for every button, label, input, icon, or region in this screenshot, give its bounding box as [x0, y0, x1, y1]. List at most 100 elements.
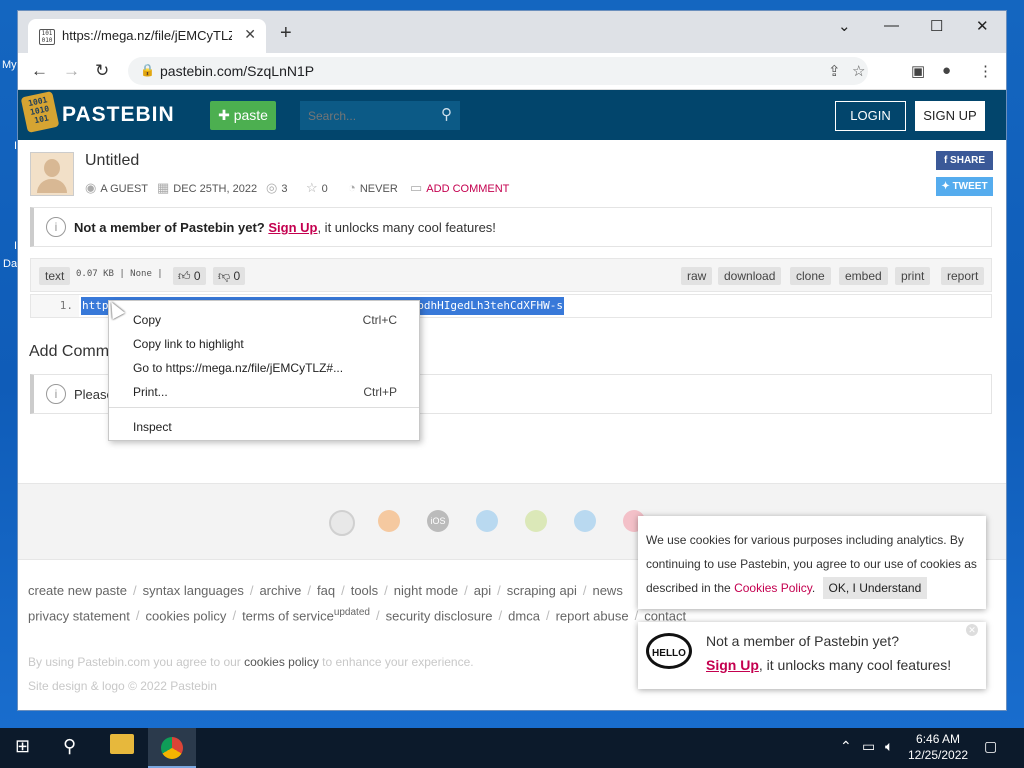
footer-link-cookies-policy[interactable]: cookies policy [146, 608, 227, 623]
file-explorer-icon[interactable] [110, 734, 134, 754]
footer-link-api[interactable]: api [474, 583, 491, 598]
desktop-icon-label-1[interactable]: My [2, 59, 17, 71]
back-icon[interactable]: ← [31, 61, 48, 81]
tab-close-icon[interactable]: ✕ [244, 26, 256, 43]
close-window-button[interactable]: ✕ [976, 17, 989, 35]
new-paste-button[interactable]: ✚ paste [210, 101, 276, 130]
cookie-accept-button[interactable]: OK, I Understand [822, 577, 928, 599]
desktop-icon-label-2[interactable]: I [14, 140, 17, 152]
footer-link-privacy-statement[interactable]: privacy statement [28, 608, 130, 623]
desktop-icon-label-3[interactable]: I [14, 240, 17, 252]
cookie-policy-link[interactable]: Cookies Policy [734, 581, 812, 595]
chrome-taskbar-button[interactable] [148, 728, 196, 768]
footer-cookies-policy-link[interactable]: cookies policy [244, 655, 319, 669]
add-comment-link[interactable]: ▭ ADD COMMENT [410, 180, 509, 196]
popup-close-icon[interactable]: ✕ [966, 624, 978, 636]
footer-link-night-mode[interactable]: night mode [394, 583, 458, 598]
forward-icon[interactable]: → [63, 61, 80, 81]
embed-button[interactable]: embed [839, 267, 888, 285]
notice-signup-link[interactable]: Sign Up [268, 220, 317, 235]
print-button[interactable]: print [895, 267, 931, 285]
search-box: ⚲ [300, 101, 460, 130]
footer-link-tools[interactable]: tools [351, 583, 378, 598]
clone-button[interactable]: clone [790, 267, 831, 285]
download-button[interactable]: download [718, 267, 782, 285]
minimize-button[interactable]: — [884, 17, 899, 34]
clock-date: 12/25/2022 [908, 748, 969, 762]
paste-button-label: paste [233, 107, 268, 123]
omnibox[interactable]: 🔒 pastebin.com/SzqLnN1P ⇪ ☆ [128, 57, 868, 85]
ios-app-icon[interactable]: iOS [427, 510, 449, 532]
reload-icon[interactable]: ↻ [95, 61, 109, 81]
search-icon[interactable]: ⚲ [441, 105, 452, 123]
footer-link-dmca[interactable]: dmca [508, 608, 540, 623]
tray-chevron-icon[interactable]: ⌃ [840, 738, 852, 755]
tab-strip: 101 010 https://mega.nz/file/jEMCyTLZ#8 ✕… [18, 11, 1006, 53]
menu-item-print[interactable]: Print... [133, 385, 168, 399]
paste-views: ◎ 3 [266, 180, 288, 195]
pastebin-header: 10011010101 PASTEBIN ✚ paste ⚲ LOGIN SIG… [18, 90, 1006, 140]
windows-start-icon[interactable]: ⊞ [15, 736, 30, 757]
footer-links-row-2: privacy statement / cookies policy / terms o… [28, 607, 687, 624]
footer-link-scraping-api[interactable]: scraping api [507, 583, 577, 598]
mac-app-icon[interactable] [574, 510, 596, 532]
signup-button[interactable]: SIGN UP [915, 101, 985, 131]
url-text[interactable]: pastebin.com/SzqLnN1P [160, 63, 314, 79]
report-button[interactable]: report [941, 267, 985, 285]
menu-item-copy[interactable]: Copy [133, 313, 161, 327]
cookie-banner-text: We use cookies for various purposes incl… [646, 528, 981, 600]
comment-icon: ▭ [410, 180, 423, 195]
profile-avatar-icon[interactable]: ● [942, 62, 951, 79]
pastebin-brand[interactable]: PASTEBIN [62, 103, 175, 127]
side-panel-icon[interactable]: ▣ [911, 62, 925, 80]
network-icon[interactable]: ▭ [862, 738, 875, 755]
chrome-extension-icon[interactable] [329, 510, 355, 536]
popup-signup-link[interactable]: Sign Up [706, 657, 759, 673]
dislike-button[interactable]: 👎︎ 0 [213, 267, 246, 285]
footer-link-news[interactable]: news [592, 583, 622, 598]
bookmark-star-icon[interactable]: ☆ [852, 62, 865, 80]
search-icon[interactable]: ⚲ [63, 736, 76, 757]
info-icon: i [46, 217, 66, 237]
footer-link-terms-of-service[interactable]: terms of service [242, 608, 334, 623]
cookie-banner: We use cookies for various purposes incl… [638, 516, 986, 609]
menu-item-go-to-link[interactable]: Go to https://mega.nz/file/jEMCyTLZ#... [133, 361, 343, 375]
browser-menu-icon[interactable]: ⋮ [978, 62, 993, 80]
desktop-icon-label-4[interactable]: Da [3, 258, 17, 270]
search-input[interactable] [306, 106, 430, 126]
footer-link-security-disclosure[interactable]: security disclosure [386, 608, 493, 623]
firefox-extension-icon[interactable] [378, 510, 400, 532]
footer-link-create-new-paste[interactable]: create new paste [28, 583, 127, 598]
add-comment-heading: Add Comm [29, 343, 110, 360]
windows-app-icon[interactable] [476, 510, 498, 532]
footer-link-syntax-languages[interactable]: syntax languages [143, 583, 244, 598]
footer-link-report-abuse[interactable]: report abuse [556, 608, 629, 623]
syntax-badge[interactable]: text [39, 267, 71, 285]
footer-link-faq[interactable]: faq [317, 583, 335, 598]
notifications-icon[interactable]: ▢ [984, 738, 997, 755]
new-tab-button[interactable]: + [280, 23, 292, 43]
volume-icon[interactable]: 🔈︎ [885, 738, 893, 755]
author-avatar [30, 152, 74, 196]
like-button[interactable]: 👍︎ 0 [173, 267, 206, 285]
tab-search-icon[interactable]: ⌄ [838, 17, 851, 35]
taskbar-clock[interactable]: 6:46 AM 12/25/2022 [908, 731, 968, 763]
raw-button[interactable]: raw [681, 267, 713, 285]
pastebin-favicon-icon: 101 010 [39, 29, 55, 45]
lock-icon: 🔒 [140, 63, 155, 77]
menu-item-inspect[interactable]: Inspect [133, 420, 172, 434]
android-app-icon[interactable] [525, 510, 547, 532]
menu-item-copy-link-highlight[interactable]: Copy link to highlight [133, 337, 244, 351]
pastebin-logo-icon[interactable]: 1001 1010 101 [20, 91, 60, 133]
popup-line-2: Sign Up, it unlocks many cool features! [706, 657, 952, 673]
updated-badge: updated [333, 607, 370, 618]
login-button[interactable]: LOGIN [835, 101, 906, 131]
share-page-icon[interactable]: ⇪ [828, 62, 841, 80]
footer-link-archive[interactable]: archive [259, 583, 301, 598]
tab-title: https://mega.nz/file/jEMCyTLZ#8 [62, 28, 232, 43]
twitter-tweet-button[interactable]: ✦ TWEET [936, 177, 993, 196]
facebook-share-button[interactable]: f SHARE [936, 151, 993, 170]
maximize-button[interactable]: ☐ [930, 17, 943, 35]
browser-tab-active[interactable]: 101 010 https://mega.nz/file/jEMCyTLZ#8 ✕ [28, 19, 266, 53]
selected-text-end: bdhHIgedLh3tehCdXFHW-s [417, 299, 563, 312]
